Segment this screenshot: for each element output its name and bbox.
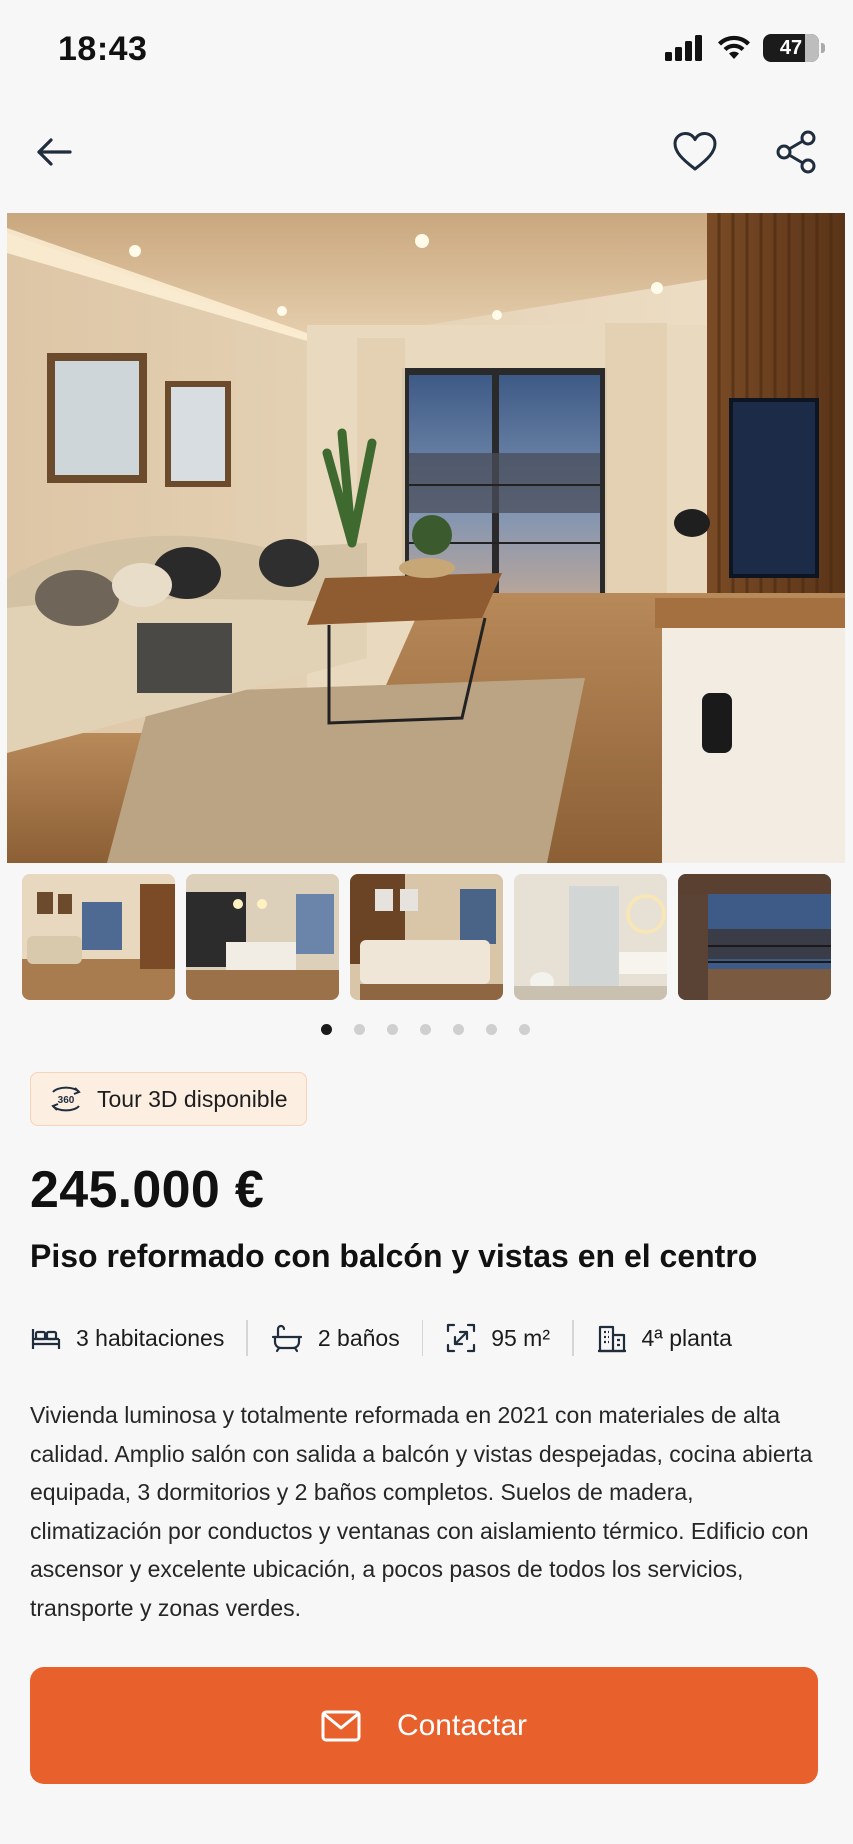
share-icon	[776, 130, 816, 174]
tour-3d-badge[interactable]: 360 Tour 3D disponible	[30, 1072, 307, 1126]
heart-icon	[673, 132, 717, 171]
hero-photo[interactable]	[7, 213, 845, 863]
battery-indicator: 47	[763, 34, 825, 62]
feature-bedrooms-label: 3 habitaciones	[76, 1324, 225, 1351]
features-row: 3 habitaciones 2 baños 95 m² 4ª planta	[30, 1318, 830, 1358]
contact-button[interactable]: Contactar	[30, 1667, 818, 1784]
listing-price: 245.000 €	[30, 1161, 265, 1219]
feature-divider	[421, 1320, 424, 1356]
thumbnail-living-room[interactable]	[22, 874, 175, 1000]
status-time: 18:43	[58, 30, 148, 68]
wifi-icon	[718, 35, 750, 59]
bed-icon	[31, 1329, 61, 1349]
status-bar: 18:43 47	[0, 0, 853, 100]
360-icon: 360	[51, 1086, 81, 1112]
pagination-dot[interactable]	[420, 1024, 431, 1035]
thumbnail-kitchen[interactable]	[186, 874, 339, 1000]
svg-text:360: 360	[58, 1095, 75, 1106]
thumbnail-balcony[interactable]	[678, 874, 831, 1000]
feature-bedrooms: 3 habitaciones	[30, 1325, 224, 1352]
mail-icon	[321, 1710, 361, 1741]
feature-divider	[246, 1320, 248, 1356]
pagination-dot-active[interactable]	[321, 1024, 332, 1035]
pagination-dot[interactable]	[486, 1024, 497, 1035]
share-button[interactable]	[764, 120, 828, 184]
listing-description: Vivienda luminosa y totalmente reformada…	[30, 1402, 813, 1621]
bathtub-icon	[271, 1324, 302, 1353]
arrow-left-icon	[37, 138, 72, 166]
pagination-dot[interactable]	[387, 1024, 398, 1035]
pagination-dot[interactable]	[354, 1024, 365, 1035]
cellular-signal-icon	[665, 35, 702, 61]
feature-floor-label: 4ª planta	[641, 1324, 732, 1351]
battery-level: 47	[779, 36, 803, 59]
tour-label: Tour 3D disponible	[97, 1085, 288, 1112]
thumbnail-strip	[22, 874, 832, 1000]
back-button[interactable]	[22, 120, 86, 184]
living-room-photo	[7, 213, 845, 863]
status-icons: 47	[665, 34, 825, 62]
thumbnail-bathroom[interactable]	[514, 874, 667, 1000]
feature-area-label: 95 m²	[491, 1324, 550, 1351]
feature-area: 95 m²	[445, 1322, 550, 1354]
thumbnail-bedroom[interactable]	[350, 874, 503, 1000]
feature-floor: 4ª planta	[596, 1322, 732, 1354]
listing-title: Piso reformado con balcón y vistas en el…	[30, 1238, 758, 1274]
favorite-button[interactable]	[663, 120, 727, 184]
pagination-dot[interactable]	[519, 1024, 530, 1035]
feature-bathrooms-label: 2 baños	[317, 1324, 400, 1351]
area-icon	[447, 1323, 476, 1353]
feature-divider	[572, 1320, 574, 1356]
feature-bathrooms: 2 baños	[270, 1323, 400, 1353]
gallery-pagination	[321, 1024, 530, 1035]
contact-label: Contactar	[396, 1708, 528, 1742]
pagination-dot[interactable]	[453, 1024, 464, 1035]
building-icon	[597, 1325, 626, 1353]
top-navigation	[0, 120, 853, 184]
